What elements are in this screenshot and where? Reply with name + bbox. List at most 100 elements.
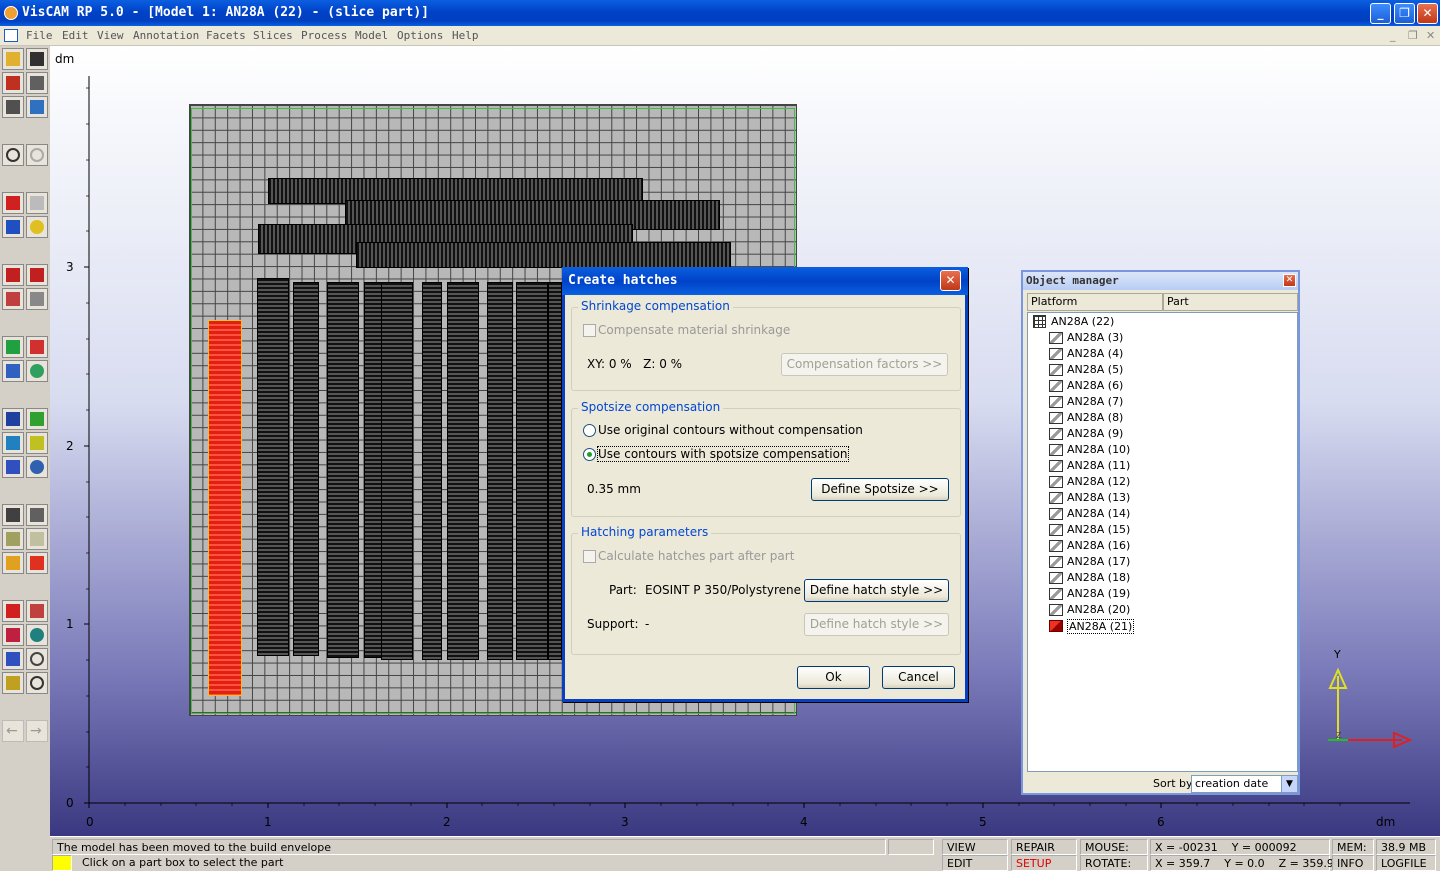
support-value: -: [645, 617, 650, 631]
y-tick-label: 2: [66, 439, 74, 453]
rotate-label: ROTATE:: [1080, 855, 1148, 871]
part-cube-icon: [1049, 572, 1063, 584]
y-tick-label: 3: [66, 260, 74, 274]
y-unit-label: dm: [55, 52, 75, 66]
info-button[interactable]: INFO: [1332, 855, 1374, 871]
tree-item-part[interactable]: AN28A (19): [1067, 587, 1130, 600]
tree-item-part[interactable]: AN28A (17): [1067, 555, 1130, 568]
ok-button[interactable]: Ok: [797, 666, 870, 689]
tree-item-part[interactable]: AN28A (4): [1067, 347, 1123, 360]
compensate-shrinkage-checkbox[interactable]: [583, 324, 596, 337]
tree-item-part[interactable]: AN28A (7): [1067, 395, 1123, 408]
shrinkage-values: XY: 0 % Z: 0 %: [587, 357, 683, 371]
part-cube-icon: [1049, 524, 1063, 536]
hatches-part-after-part-checkbox[interactable]: [583, 550, 596, 563]
define-spotsize-button[interactable]: Define Spotsize >>: [811, 478, 949, 501]
hatches-part-after-part-label: Calculate hatches part after part: [598, 549, 795, 563]
part-box[interactable]: [516, 282, 548, 660]
tree-item-part[interactable]: AN28A (5): [1067, 363, 1123, 376]
status-hint: Click on a part box to select the part: [82, 856, 284, 869]
setup-mode-button[interactable]: SETUP: [1011, 855, 1077, 871]
tree-item-part[interactable]: AN28A (15): [1067, 523, 1130, 536]
part-box[interactable]: [293, 282, 319, 656]
tree-item-part[interactable]: AN28A (12): [1067, 475, 1130, 488]
tree-item-part[interactable]: AN28A (9): [1067, 427, 1123, 440]
part-cube-icon: [1049, 396, 1063, 408]
part-box[interactable]: [422, 282, 442, 660]
tree-item-part[interactable]: AN28A (20): [1067, 603, 1130, 616]
part-cube-icon: [1049, 508, 1063, 520]
tree-item-part[interactable]: AN28A (21): [1067, 619, 1135, 634]
part-cube-icon: [1049, 604, 1063, 616]
tree-item-part[interactable]: AN28A (10): [1067, 443, 1130, 456]
sort-by-select[interactable]: creation date ▼: [1191, 775, 1298, 793]
part-box[interactable]: [356, 242, 731, 268]
sort-by-label: Sort by: [1153, 777, 1193, 790]
part-cube-icon: [1049, 540, 1063, 552]
part-box[interactable]: [548, 282, 562, 660]
part-box[interactable]: [327, 282, 359, 658]
part-cube-icon: [1049, 364, 1063, 376]
edit-mode-button[interactable]: EDIT: [942, 855, 1008, 871]
tree-item-part[interactable]: AN28A (11): [1067, 459, 1130, 472]
part-label: Part:: [609, 583, 637, 597]
compensation-factors-button[interactable]: Compensation factors >>: [781, 353, 948, 376]
hatching-group: Hatching parameters Calculate hatches pa…: [571, 525, 961, 655]
tree-item-part[interactable]: AN28A (3): [1067, 331, 1123, 344]
part-cube-icon: [1049, 348, 1063, 360]
mem-label: MEM:: [1332, 839, 1374, 855]
part-cube-icon: [1049, 588, 1063, 600]
status-blank-cell: [888, 839, 934, 855]
part-cube-icon: [1049, 444, 1063, 456]
axis-z-label: Z: [1336, 731, 1342, 740]
part-box[interactable]: [447, 282, 479, 660]
part-box[interactable]: [257, 278, 289, 656]
object-manager-panel: Object manager ✕ Platform Part AN28A (22…: [1021, 270, 1300, 795]
tree-item-part[interactable]: AN28A (14): [1067, 507, 1130, 520]
x-unit-label: dm: [1376, 815, 1396, 829]
object-manager-close-icon[interactable]: ✕: [1283, 274, 1296, 287]
tree-root-platform[interactable]: AN28A (22): [1051, 315, 1114, 328]
logfile-button[interactable]: LOGFILE: [1376, 855, 1436, 871]
object-tree: AN28A (22) AN28A (3) AN28A (4) AN28A (5) AN…: [1027, 312, 1298, 772]
spotsize-contours-radio[interactable]: [583, 448, 596, 461]
status-bar: The model has been moved to the build en…: [50, 836, 1440, 871]
repair-mode-button[interactable]: REPAIR: [1011, 839, 1077, 855]
part-material-value: EOSINT P 350/Polystyrene: [645, 583, 801, 597]
rotate-values: X = 359.7 Y = 0.0 Z = 359.9: [1150, 855, 1334, 871]
dialog-close-icon[interactable]: ✕: [940, 270, 961, 291]
support-define-hatch-style-button[interactable]: Define hatch style >>: [804, 613, 949, 636]
selected-part-box[interactable]: [208, 320, 242, 696]
part-box[interactable]: [381, 282, 413, 660]
chevron-down-icon[interactable]: ▼: [1281, 776, 1297, 792]
part-cube-icon: [1049, 460, 1063, 472]
part-box[interactable]: [487, 282, 513, 660]
part-cube-icon: [1049, 428, 1063, 440]
sort-by-value: creation date: [1195, 777, 1269, 790]
view-mode-button[interactable]: VIEW: [942, 839, 1008, 855]
part-cube-icon: [1049, 492, 1063, 504]
mouse-coordinates: X = -00231 Y = 000092: [1150, 839, 1330, 855]
tree-item-part[interactable]: AN28A (6): [1067, 379, 1123, 392]
object-manager-title: Object manager: [1023, 272, 1298, 290]
cancel-button[interactable]: Cancel: [882, 666, 955, 689]
tree-item-part[interactable]: AN28A (8): [1067, 411, 1123, 424]
platform-column-header[interactable]: Platform: [1027, 293, 1163, 311]
tree-item-part[interactable]: AN28A (13): [1067, 491, 1130, 504]
part-cube-icon: [1049, 332, 1063, 344]
x-tick-label: 3: [621, 815, 629, 829]
tree-item-part[interactable]: AN28A (18): [1067, 571, 1130, 584]
part-cube-icon: [1049, 380, 1063, 392]
part-define-hatch-style-button[interactable]: Define hatch style >>: [804, 579, 949, 602]
part-column-header[interactable]: Part: [1163, 293, 1298, 311]
part-cube-icon: [1049, 620, 1063, 632]
x-tick-label: 5: [979, 815, 987, 829]
tree-item-part[interactable]: AN28A (16): [1067, 539, 1130, 552]
spotsize-contours-label[interactable]: Use contours with spotsize compensation: [597, 446, 849, 462]
y-tick-label: 0: [66, 796, 74, 810]
shrinkage-legend: Shrinkage compensation: [578, 299, 733, 313]
support-label: Support:: [587, 617, 639, 631]
part-cube-icon: [1049, 412, 1063, 424]
original-contours-label[interactable]: Use original contours without compensati…: [598, 423, 863, 437]
original-contours-radio[interactable]: [583, 424, 596, 437]
